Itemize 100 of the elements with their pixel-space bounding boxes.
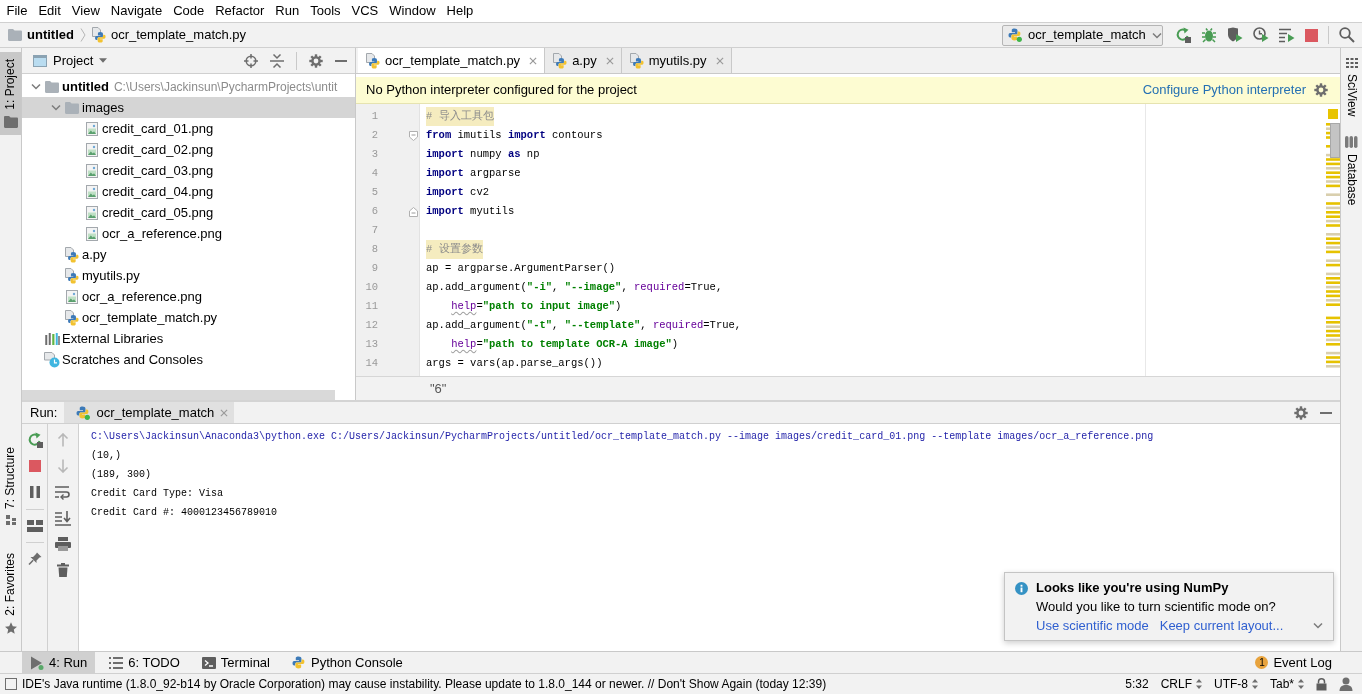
minimize-icon[interactable]	[335, 59, 347, 62]
search-icon[interactable]	[1339, 27, 1355, 43]
count-badge: 1	[1255, 656, 1269, 669]
menu-item[interactable]: Refactor	[209, 1, 270, 21]
trash-icon[interactable]	[57, 563, 69, 577]
encoding-selector[interactable]: UTF-8	[1213, 675, 1258, 693]
project-path: C:\Users\Jackinsun\PycharmProjects\untit	[113, 78, 338, 96]
tool-window-tab[interactable]: 7: Structure	[0, 440, 21, 533]
tree-item[interactable]: credit_card_04.png	[22, 181, 355, 202]
shield-run-icon[interactable]	[1227, 27, 1243, 43]
tool-window-button[interactable]: 6: TODO	[101, 652, 188, 673]
close-icon[interactable]	[529, 56, 538, 65]
scroll-to-end-icon[interactable]	[55, 510, 71, 526]
tool-window-button[interactable]: 4: Run	[22, 652, 96, 673]
tree-item[interactable]: credit_card_03.png	[22, 160, 355, 181]
menu-item[interactable]: VCS	[346, 1, 384, 21]
settings-icon[interactable]	[1294, 405, 1308, 420]
collapse-all-icon[interactable]	[270, 53, 284, 68]
panel-toggle-icon[interactable]	[5, 678, 17, 690]
fold-marker-icon[interactable]	[409, 206, 418, 217]
breadcrumb-item[interactable]: "6"	[430, 378, 447, 399]
menu-item[interactable]: Window	[383, 1, 442, 21]
pause-icon[interactable]	[29, 486, 40, 498]
fold-marker-icon[interactable]	[409, 130, 418, 141]
scrollbar-thumb[interactable]	[1330, 123, 1340, 158]
tree-item[interactable]: Scratches and Consoles	[22, 349, 355, 370]
line-number: 14	[364, 355, 378, 371]
tree-item[interactable]: credit_card_05.png	[22, 202, 355, 223]
rerun-icon[interactable]	[1175, 27, 1191, 43]
menu-item[interactable]: Run	[269, 1, 305, 21]
settings-icon[interactable]	[1314, 83, 1328, 97]
rerun-icon[interactable]	[26, 432, 43, 448]
stop-icon[interactable]	[28, 460, 41, 472]
tree-item[interactable]: a.py	[22, 244, 355, 265]
code-line: import argparse	[426, 166, 521, 181]
run-icon	[30, 655, 44, 670]
structure-icon	[5, 515, 16, 526]
menu-item[interactable]: Navigate	[105, 1, 168, 21]
tree-item[interactable]: ocr_a_reference.png	[22, 286, 355, 307]
bug-icon[interactable]	[1201, 27, 1217, 43]
notification-link[interactable]: Keep current layout...	[1159, 616, 1284, 635]
run-configuration-dropdown[interactable]: ocr_template_match	[1002, 24, 1163, 46]
layout-icon[interactable]	[26, 520, 43, 532]
menu-item[interactable]: View	[66, 1, 106, 21]
tool-window-button[interactable]: Python Console	[284, 652, 411, 673]
tree-item[interactable]: External Libraries	[22, 328, 355, 349]
person-icon[interactable]	[1339, 677, 1353, 691]
event-log-button[interactable]: 1 Event Log	[1255, 652, 1332, 673]
menu-item[interactable]: Help	[441, 1, 479, 21]
tree-item[interactable]: ocr_template_match.py	[22, 307, 355, 328]
clock-run-icon[interactable]	[1253, 27, 1269, 43]
tree-item[interactable]: myutils.py	[22, 265, 355, 286]
stop-icon[interactable]	[1305, 28, 1318, 42]
run-label: Run:	[30, 403, 58, 422]
tool-window-tab[interactable]: 1: Project	[0, 52, 21, 135]
close-icon[interactable]	[715, 56, 724, 65]
list-run-icon[interactable]	[1279, 27, 1295, 43]
indent-selector[interactable]: Tab*	[1269, 675, 1304, 693]
tool-window-button[interactable]: Terminal	[193, 652, 278, 673]
chevron-down-icon[interactable]	[31, 83, 41, 90]
line-separator-selector[interactable]: CRLF	[1160, 675, 1202, 693]
pin-icon[interactable]	[27, 552, 42, 566]
editor-tab[interactable]: ocr_template_match.py	[358, 48, 546, 73]
folder-icon	[65, 101, 79, 114]
cursor-position[interactable]: 5:32	[1125, 675, 1149, 693]
status-message: IDE's Java runtime (1.8.0_92-b14 by Oracle Corporation) may cause instability. Please update to 1.8.0_144 or newer. // Don't Show Again (today 12:39)	[22, 676, 827, 693]
tree-item[interactable]: images	[22, 97, 355, 118]
view-selector[interactable]: Project	[33, 50, 108, 71]
tree-item[interactable]: credit_card_02.png	[22, 139, 355, 160]
close-icon[interactable]	[605, 56, 614, 65]
tool-window-tab[interactable]: 2: Favorites	[0, 546, 21, 641]
chevron-down-icon[interactable]	[1151, 31, 1162, 39]
menu-item[interactable]: Edit	[32, 1, 67, 21]
console-line: (189, 300)	[91, 468, 151, 482]
menu-item[interactable]: File	[1, 1, 33, 21]
notification-link[interactable]: Use scientific mode	[1036, 616, 1149, 635]
banner-message: No Python interpreter configured for the project	[366, 81, 637, 100]
configure-interpreter-link[interactable]: Configure Python interpreter	[1142, 80, 1306, 100]
tree-item[interactable]: ocr_a_reference.png	[22, 223, 355, 244]
breadcrumb-item[interactable]: untitled	[8, 25, 74, 45]
lock-icon[interactable]	[1316, 677, 1327, 691]
menu-item[interactable]: Code	[167, 1, 210, 21]
breadcrumb-item[interactable]: ocr_template_match.py	[91, 25, 247, 45]
menu-item[interactable]: Tools	[304, 1, 347, 21]
expand-icon[interactable]	[1313, 622, 1323, 629]
soft-wrap-icon[interactable]	[55, 484, 71, 500]
chevron-right-icon	[79, 28, 86, 42]
settings-icon[interactable]	[309, 53, 323, 68]
tool-window-tab[interactable]: SciView	[1341, 56, 1362, 119]
chevron-down-icon[interactable]	[51, 104, 61, 111]
tree-item[interactable]: untitled C:\Users\Jackinsun\PycharmProjects\untit	[22, 76, 355, 97]
crosshair-icon[interactable]	[244, 53, 258, 68]
print-icon[interactable]	[55, 537, 71, 551]
editor-tab[interactable]: a.py	[545, 48, 622, 73]
editor-tab[interactable]: myutils.py	[621, 48, 732, 73]
run-tab[interactable]: ocr_template_match	[64, 402, 235, 423]
tree-item[interactable]: credit_card_01.png	[22, 118, 355, 139]
minimize-icon[interactable]	[1320, 411, 1332, 414]
horizontal-scrollbar[interactable]	[22, 390, 335, 400]
tool-window-tab[interactable]: Database	[1341, 134, 1362, 208]
